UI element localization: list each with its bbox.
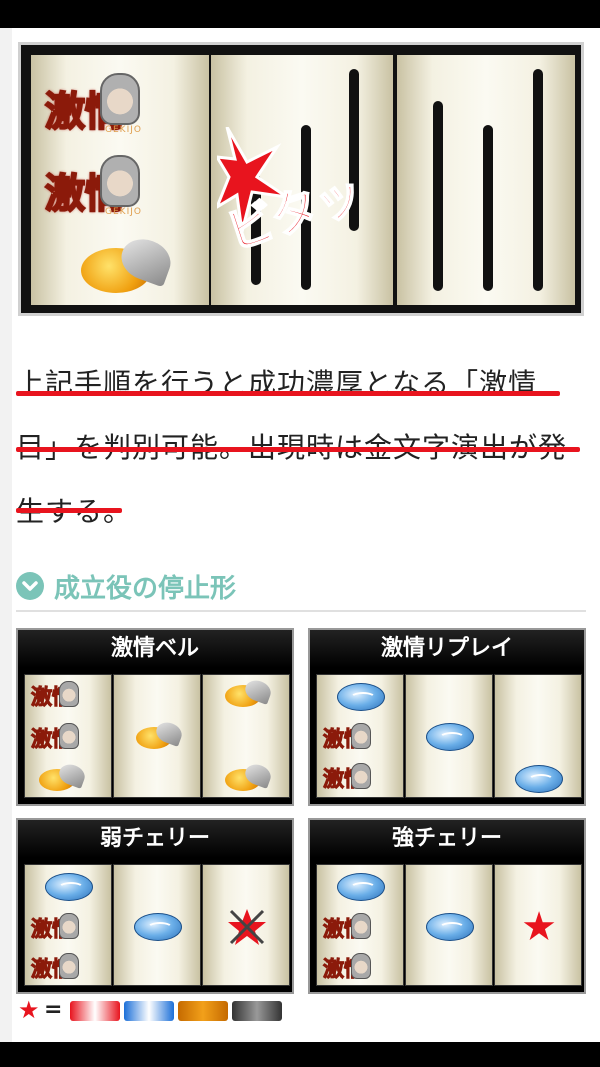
mini-reel: [405, 674, 493, 798]
gekijo-symbol: 激情 GEKIJO: [44, 73, 195, 136]
panel-reels: 激情 激情 ★: [316, 864, 582, 986]
star-icon: ★: [18, 996, 40, 1024]
reel-stop-image: 激情 GEKIJO 激情 GEKIJO ビタッ: [18, 42, 584, 316]
panel-reels: 激情 激情: [24, 674, 290, 798]
red-underline: [16, 508, 122, 513]
blue-seven-icon: [124, 1001, 174, 1021]
page-edge: [0, 28, 12, 1042]
panel-title: 強チェリー: [310, 820, 584, 858]
mini-reel: ★: [494, 864, 582, 986]
stop-pattern-panel: 激情ベル 激情 激情: [16, 628, 294, 806]
gekijo-mini-icon: [178, 1001, 228, 1021]
reel-bar-icon: [433, 101, 443, 291]
mini-reel: [405, 864, 493, 986]
cherry-x-icon: [228, 909, 266, 945]
red-seven-icon: [70, 1001, 120, 1021]
gekijo-symbol: 激情: [31, 953, 107, 983]
character-face-icon: [100, 73, 140, 125]
replay-icon: [337, 873, 385, 901]
mini-reel: 激情 激情: [24, 864, 112, 986]
reel-bar-icon: [533, 69, 543, 291]
mini-reel: [113, 674, 201, 798]
panel-reels: 激情 激情: [316, 674, 582, 798]
gekijo-symbol: 激情: [323, 723, 399, 753]
red-underline: [16, 391, 560, 396]
mini-reel: 激情 激情: [316, 864, 404, 986]
replay-icon: [45, 873, 93, 901]
replay-icon: [426, 913, 474, 941]
gekijo-symbol: 激情: [31, 681, 107, 711]
gekijo-symbol-sub: GEKIJO: [105, 125, 142, 135]
star-legend: ★ =: [18, 996, 288, 1024]
mini-reel: [202, 674, 290, 798]
star-icon: ★: [521, 904, 557, 950]
equals-sign: =: [44, 997, 63, 1022]
replay-icon: [515, 765, 563, 793]
panel-title: 弱チェリー: [18, 820, 292, 858]
left-reel: 激情 GEKIJO 激情 GEKIJO: [31, 55, 209, 305]
description-line: 上記手順を行うと成功濃厚となる「激情: [16, 367, 538, 400]
panel-title: 激情ベル: [18, 630, 292, 668]
section-title: 成立役の停止形: [54, 574, 237, 604]
mini-reel: [202, 864, 290, 986]
gekijo-symbol-sub: GEKIJO: [105, 207, 142, 217]
gekijo-symbol: 激情: [31, 723, 107, 753]
stop-pattern-panel: 激情リプレイ 激情 激情: [308, 628, 586, 806]
pumpkin-bell-icon: [136, 719, 186, 751]
bar-mini-icon: [232, 1001, 282, 1021]
panel-title: 激情リプレイ: [310, 630, 584, 668]
panel-reels: 激情 激情: [24, 864, 290, 986]
stop-pattern-panel: 強チェリー 激情 激情 ★: [308, 818, 586, 994]
stop-pattern-panel: 弱チェリー 激情 激情: [16, 818, 294, 994]
character-face-icon: [100, 155, 140, 207]
red-underline: [16, 447, 580, 452]
mini-reel: [113, 864, 201, 986]
replay-icon: [426, 723, 474, 751]
reel-bar-icon: [483, 125, 493, 291]
mini-reel: 激情 激情: [24, 674, 112, 798]
gekijo-symbol: 激情: [323, 763, 399, 793]
mini-reel: [494, 674, 582, 798]
chevron-down-circle-icon: [16, 572, 44, 600]
gekijo-symbol: 激情 GEKIJO: [44, 155, 195, 218]
mini-reel: 激情 激情: [316, 674, 404, 798]
pumpkin-bell-icon: [39, 761, 89, 793]
right-reel: [397, 55, 575, 305]
replay-icon: [134, 913, 182, 941]
replay-icon: [337, 683, 385, 711]
section-header: 成立役の停止形: [16, 566, 586, 612]
pumpkin-bell-icon: [81, 232, 177, 295]
gekijo-symbol: 激情: [323, 913, 399, 943]
gekijo-symbol: 激情: [31, 913, 107, 943]
pumpkin-bell-icon: [225, 677, 275, 709]
gekijo-symbol: 激情: [323, 953, 399, 983]
pumpkin-bell-icon: [225, 761, 275, 793]
